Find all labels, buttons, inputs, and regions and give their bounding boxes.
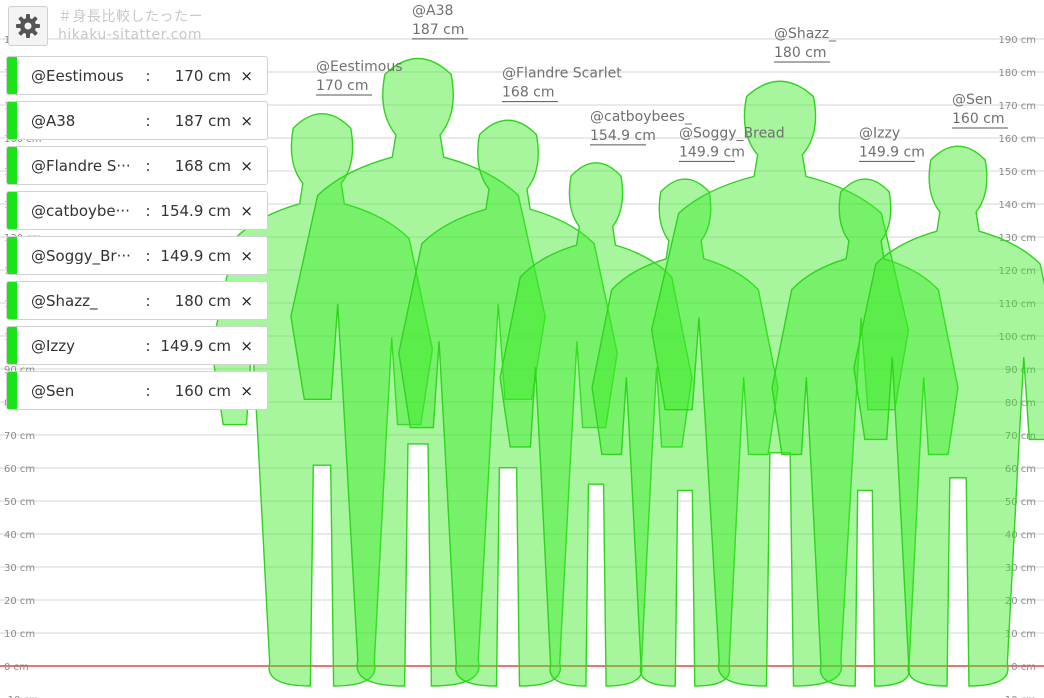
color-swatch[interactable]: [7, 102, 17, 139]
person-row[interactable]: @Flandre S···: 168 cm ×: [6, 146, 268, 185]
tick-label-left: 0 cm: [4, 662, 29, 673]
silhouette-name: @Soggy_Bread: [679, 125, 785, 141]
gear-icon: [16, 14, 40, 38]
silhouette-height: 170 cm: [316, 78, 369, 94]
tick-label-right: 150 cm: [998, 167, 1036, 178]
color-swatch[interactable]: [7, 372, 17, 409]
person-name: @Shazz_: [31, 291, 98, 310]
settings-button[interactable]: [8, 6, 48, 46]
separator: :: [145, 336, 151, 355]
silhouette-name: @Shazz_: [774, 26, 837, 42]
person-height: 149.9 cm: [160, 336, 231, 355]
tick-label-left: 40 cm: [4, 530, 35, 541]
silhouette-name: @Sen: [952, 92, 992, 108]
delete-icon[interactable]: ×: [240, 382, 253, 400]
tick-label-left: 60 cm: [4, 464, 35, 475]
person-height: 170 cm: [174, 66, 231, 85]
separator: :: [145, 246, 151, 265]
separator: :: [145, 156, 151, 175]
silhouette-height: 187 cm: [412, 22, 465, 38]
person-name: @Izzy: [31, 336, 76, 355]
color-swatch[interactable]: [7, 57, 17, 94]
silhouette-name: @Eestimous: [316, 59, 403, 75]
person-name: @Sen: [31, 381, 75, 400]
person-list: @Eestimous:170 cm × @A38:187 cm × @Flandre S…: [6, 56, 268, 416]
delete-icon[interactable]: ×: [240, 67, 253, 85]
person-name: @Flandre S···: [31, 156, 131, 175]
delete-icon[interactable]: ×: [240, 157, 253, 175]
person-row[interactable]: @A38: 187 cm ×: [6, 101, 268, 140]
person-name: @A38: [31, 111, 76, 130]
separator: :: [145, 291, 151, 310]
separator: :: [145, 66, 151, 85]
separator: :: [145, 381, 151, 400]
silhouette-height: 149.9 cm: [679, 144, 745, 160]
tick-label-left: 50 cm: [4, 497, 35, 508]
silhouette-name: @Flandre Scarlet: [502, 66, 622, 82]
person-row[interactable]: @Shazz_: 180 cm ×: [6, 281, 268, 320]
color-swatch[interactable]: [7, 282, 17, 319]
person-row[interactable]: @Izzy:149.9 cm ×: [6, 326, 268, 365]
silhouette-height: 160 cm: [952, 111, 1005, 127]
person-name: @Soggy_Br···: [31, 246, 131, 265]
delete-icon[interactable]: ×: [240, 247, 253, 265]
separator: :: [145, 111, 151, 130]
separator: :: [145, 201, 151, 220]
tick-label-right: 0 cm: [1011, 662, 1036, 673]
person-row[interactable]: @catboybe···:154.9 cm ×: [6, 191, 268, 230]
color-swatch[interactable]: [7, 237, 17, 274]
tick-label-right: 140 cm: [998, 200, 1036, 211]
silhouette-name: @catboybees_: [590, 109, 693, 125]
person-height: 180 cm: [174, 291, 231, 310]
color-swatch[interactable]: [7, 147, 17, 184]
tick-label-left: 10 cm: [4, 629, 35, 640]
color-swatch[interactable]: [7, 327, 17, 364]
tick-label-right: 160 cm: [998, 134, 1036, 145]
silhouette-height: 154.9 cm: [590, 128, 656, 144]
person-row[interactable]: @Soggy_Br···:149.9 cm ×: [6, 236, 268, 275]
silhouette-height: 180 cm: [774, 45, 827, 61]
tick-label-left: 20 cm: [4, 596, 35, 607]
person-row[interactable]: @Sen: 160 cm ×: [6, 371, 268, 410]
brand-tag: ＃身長比較したったー: [58, 9, 203, 25]
person-name: @Eestimous: [31, 66, 124, 85]
person-height: 154.9 cm: [160, 201, 231, 220]
tick-label-right: 190 cm: [998, 35, 1036, 46]
delete-icon[interactable]: ×: [240, 292, 253, 310]
person-height: 187 cm: [174, 111, 231, 130]
silhouette-name: @Izzy: [859, 125, 900, 141]
silhouette-height: 168 cm: [502, 85, 555, 101]
silhouette-height: 149.9 cm: [859, 144, 925, 160]
person-row[interactable]: @Eestimous: 170 cm ×: [6, 56, 268, 95]
person-height: 168 cm: [174, 156, 231, 175]
color-swatch[interactable]: [7, 192, 17, 229]
delete-icon[interactable]: ×: [240, 337, 253, 355]
tick-label-left: 30 cm: [4, 563, 35, 574]
person-height: 160 cm: [174, 381, 231, 400]
silhouette-name: @A38: [412, 3, 453, 19]
person-name: @catboybe···: [31, 201, 130, 220]
tick-label-left: 70 cm: [4, 431, 35, 442]
person-height: 149.9 cm: [160, 246, 231, 265]
tick-label-right: 180 cm: [998, 68, 1036, 79]
site-brand: ＃身長比較したったー hikaku-sitatter.com: [58, 8, 203, 44]
brand-url: hikaku-sitatter.com: [58, 27, 202, 43]
delete-icon[interactable]: ×: [240, 112, 253, 130]
delete-icon[interactable]: ×: [240, 202, 253, 220]
